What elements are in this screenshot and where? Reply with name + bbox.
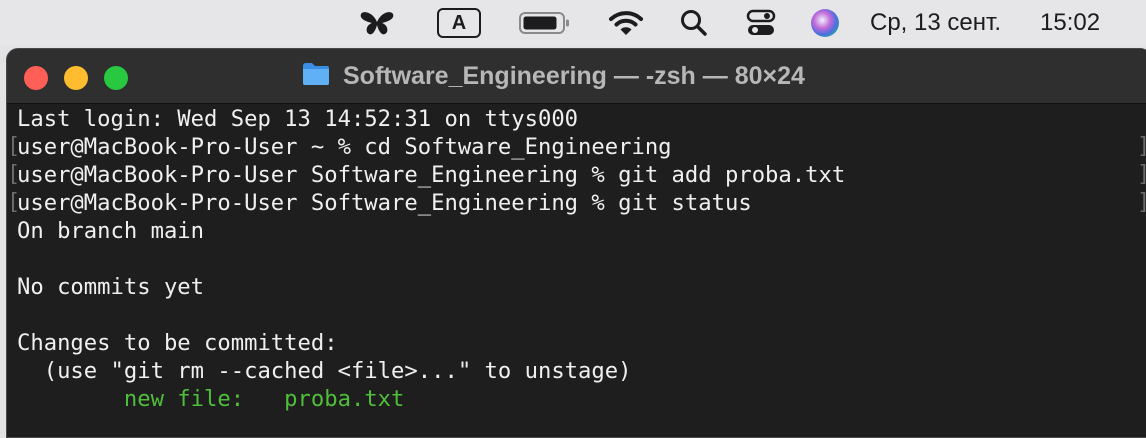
staged-file-line: new file: proba.txt (17, 385, 405, 413)
menu-bar: A Ср, 13 сент. 15:02 (0, 0, 1146, 46)
time-text: 15:02 (1040, 9, 1101, 36)
wifi-icon[interactable] (606, 0, 646, 46)
control-center-icon[interactable] (744, 0, 778, 46)
terminal-window: Software_Engineering — -zsh — 80×24 Last… (6, 48, 1146, 438)
last-login-line: Last login: Wed Sep 13 14:52:31 on ttys0… (17, 106, 579, 132)
command-line: user@MacBook-Pro-User ~ % cd Software_En… (17, 134, 672, 160)
search-icon[interactable] (676, 0, 712, 46)
window-title: Software_Engineering — -zsh — 80×24 (343, 62, 805, 90)
command-line: user@MacBook-Pro-User Software_Engineeri… (17, 190, 752, 216)
window-title-group: Software_Engineering — -zsh — 80×24 (301, 49, 805, 104)
menubar-clock[interactable]: 15:02 (1040, 0, 1120, 46)
date-text: Ср, 13 сент. (870, 9, 1001, 36)
mark-bracket-right: ] (1137, 189, 1146, 217)
branch-line: On branch main (17, 218, 205, 244)
staged-file-prefix: new file: (17, 386, 285, 412)
butterfly-icon[interactable] (356, 0, 398, 46)
battery-icon[interactable] (518, 0, 572, 46)
menubar-date[interactable]: Ср, 13 сент. (870, 0, 1030, 46)
minimize-button[interactable] (64, 66, 88, 90)
staged-file-name: proba.txt (284, 386, 405, 412)
title-bar[interactable]: Software_Engineering — -zsh — 80×24 (7, 49, 1146, 104)
command-line: user@MacBook-Pro-User Software_Engineeri… (17, 162, 846, 188)
commits-line: No commits yet (17, 274, 205, 300)
terminal-content[interactable]: Last login: Wed Sep 13 14:52:31 on ttys0… (7, 104, 1146, 437)
changes-header-line: Changes to be committed: (17, 330, 338, 356)
unstage-hint-line: (use "git rm --cached <file>..." to unst… (17, 358, 632, 384)
close-button[interactable] (24, 66, 48, 90)
mark-bracket-right: ] (1137, 161, 1146, 189)
siri-icon[interactable] (808, 0, 842, 46)
mark-bracket-right: ] (1137, 133, 1146, 161)
zoom-button[interactable] (104, 66, 128, 90)
folder-icon (301, 61, 331, 92)
input-source-icon[interactable]: A (436, 0, 482, 46)
input-source-label: A (451, 11, 467, 34)
